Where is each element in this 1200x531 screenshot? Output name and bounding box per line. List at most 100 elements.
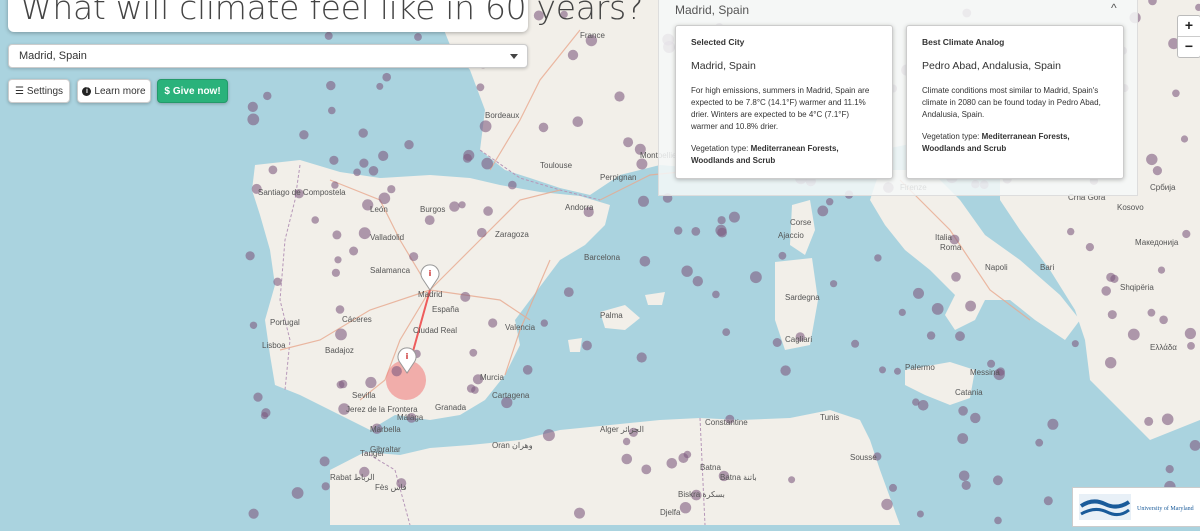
map-label: Perpignan [600, 173, 636, 182]
map-label: Granada [435, 403, 467, 412]
climate-dot [722, 328, 730, 336]
selected-city-header: Selected City [691, 36, 877, 49]
map-label: Napoli [985, 263, 1008, 272]
climate-dot [539, 123, 549, 133]
climate-dot [335, 329, 347, 341]
climate-dot [425, 215, 435, 225]
climate-dot [636, 159, 647, 170]
map-label: Rabat الرباط [330, 473, 375, 482]
climate-dot [392, 366, 402, 376]
climate-dot [263, 92, 271, 100]
climate-dot [712, 291, 720, 299]
climate-dot [409, 252, 418, 261]
map-label: León [370, 205, 388, 214]
map-label: Italia [935, 233, 952, 242]
climate-dot [261, 412, 268, 419]
map-label: Palermo [905, 363, 935, 372]
city-select[interactable]: Madrid, Spain [8, 44, 528, 68]
climate-dot [469, 349, 477, 357]
climate-dot [957, 433, 968, 444]
climate-dot [894, 368, 901, 375]
climate-dot [955, 331, 965, 341]
climate-dot [1047, 419, 1058, 430]
selected-city-name: Madrid, Spain [691, 59, 877, 75]
map-label: Zaragoza [495, 230, 529, 239]
settings-button[interactable]: ☰ Settings [8, 79, 70, 103]
climate-dot [637, 352, 647, 362]
analog-card: Best Climate Analog Pedro Abad, Andalusi… [906, 25, 1124, 179]
map-label: Cartagena [492, 391, 530, 400]
climate-dot [250, 322, 257, 329]
climate-dot [970, 413, 980, 423]
title-box: What will climate feel like in 60 years? [8, 0, 528, 32]
climate-dot [477, 228, 487, 238]
climate-dot [359, 227, 371, 239]
climate-dot [641, 465, 651, 475]
climate-dot [750, 271, 762, 283]
climate-dot [614, 91, 624, 101]
map-label: Djelfa [660, 508, 681, 517]
climate-dot [693, 276, 703, 286]
land-ibiza [568, 338, 582, 352]
learn-more-button[interactable]: i Learn more [77, 79, 151, 103]
map-label: Marbella [370, 425, 401, 434]
climate-dot [311, 216, 319, 224]
climate-dot [918, 400, 929, 411]
climate-dot [1035, 439, 1043, 447]
climate-dot [329, 156, 338, 165]
climate-dot [449, 201, 459, 211]
climate-dot [568, 50, 578, 60]
climate-dot [889, 484, 897, 492]
chevron-up-icon[interactable]: ^ [1111, 1, 1117, 15]
climate-dot [913, 288, 924, 299]
map-label: Santiago de Compostela [258, 188, 346, 197]
climate-dot [717, 228, 727, 238]
climate-dot [1144, 417, 1153, 426]
map-label: Messina [970, 368, 1000, 377]
climate-dot [1190, 440, 1200, 451]
climate-dot [879, 366, 886, 373]
map-label: Andorra [565, 203, 594, 212]
climate-dot [328, 107, 336, 115]
map-label: Sardegna [785, 293, 820, 302]
climate-dot [269, 166, 278, 175]
climate-dot [1128, 329, 1140, 341]
map-label: Catania [955, 388, 983, 397]
climate-dot [378, 151, 388, 161]
climate-dot [826, 198, 833, 205]
climate-dot [414, 33, 422, 41]
climate-dot [691, 227, 700, 236]
climate-dot [523, 365, 533, 375]
analog-header: Best Climate Analog [922, 36, 1108, 49]
give-now-button[interactable]: $ Give now! [157, 79, 228, 103]
zoom-in-button[interactable]: + [1178, 16, 1200, 37]
climate-dot [574, 508, 585, 519]
climate-dot [326, 81, 335, 90]
map-label: Madrid [418, 290, 442, 299]
map-label: Roma [940, 243, 962, 252]
map-label: Oran وهران [492, 441, 533, 450]
map-label: Bari [1040, 263, 1054, 272]
climate-dot [460, 292, 470, 302]
map-label: Valladolid [370, 233, 404, 242]
climate-dot [379, 193, 391, 205]
climate-dot [477, 83, 485, 91]
climate-dot [927, 331, 935, 339]
climate-dot [932, 303, 944, 315]
map-label: Ciudad Real [413, 326, 457, 335]
climate-dot [1166, 465, 1174, 473]
zoom-out-button[interactable]: − [1178, 37, 1200, 57]
climate-dot [247, 114, 259, 126]
selected-city-description: For high emissions, summers in Madrid, S… [691, 85, 877, 133]
map-label: Batna باتنة [720, 473, 757, 482]
climate-dot [965, 301, 976, 312]
climate-dot [681, 266, 692, 277]
info-panel: Madrid, Spain ^ Selected City Madrid, Sp… [658, 0, 1138, 196]
map-label: Málaga [397, 413, 424, 422]
panel-title: Madrid, Spain [675, 3, 749, 17]
climate-dot [488, 318, 497, 327]
learn-more-button-label: Learn more [94, 86, 145, 97]
climate-dot [899, 309, 906, 316]
climate-dot [1187, 342, 1195, 350]
map-label: Sevilla [352, 391, 376, 400]
